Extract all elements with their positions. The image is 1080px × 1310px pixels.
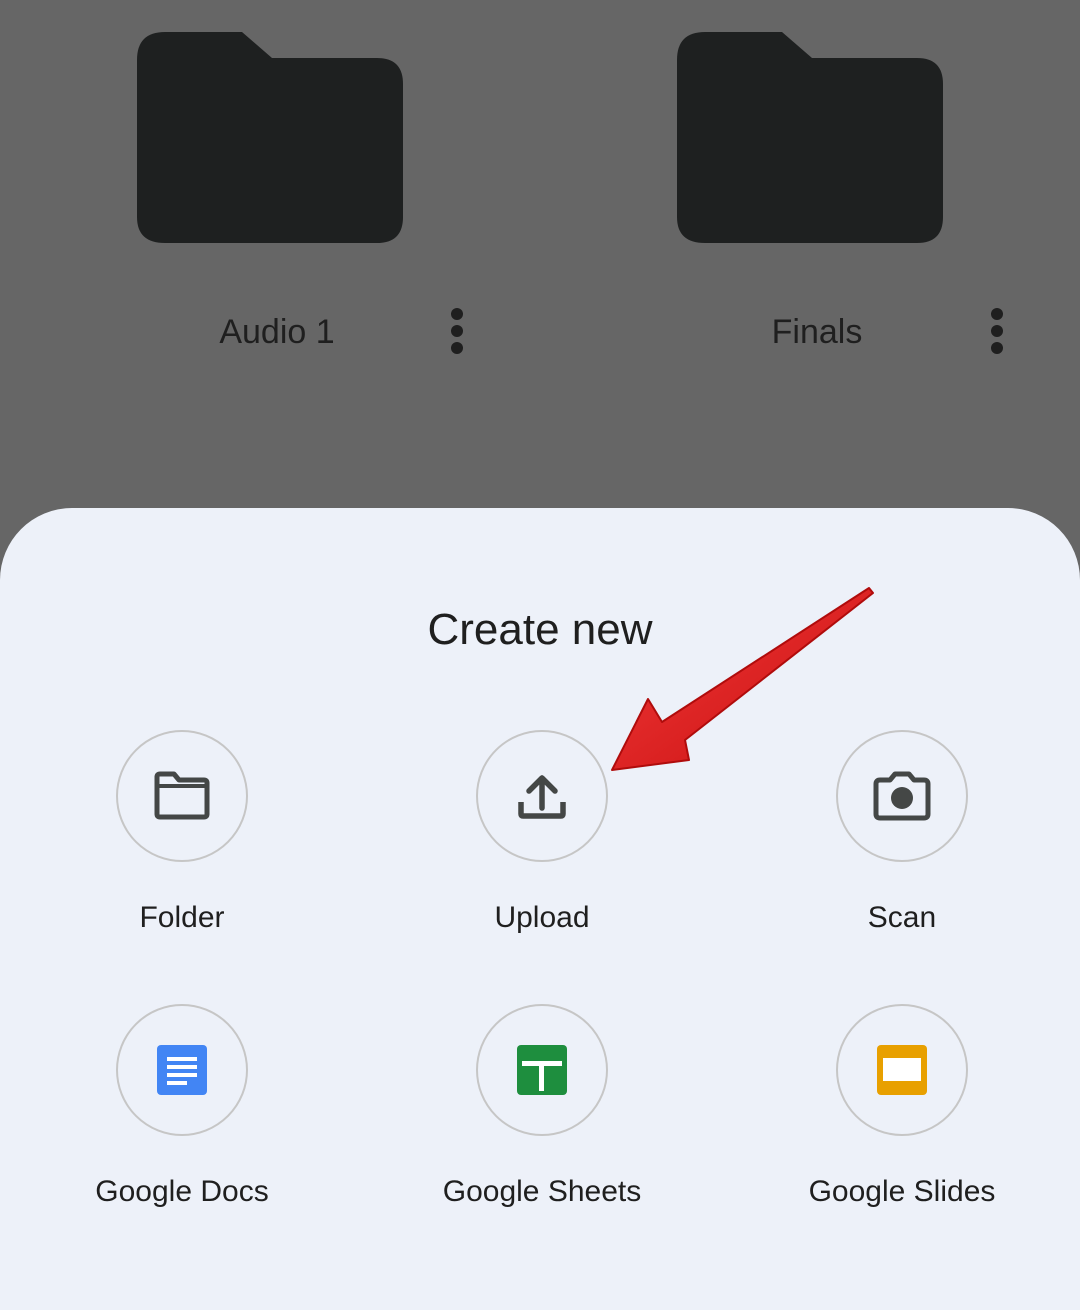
option-label: Folder — [139, 901, 225, 934]
option-circle[interactable] — [116, 1004, 248, 1136]
option-circle[interactable] — [476, 730, 608, 862]
more-vert-icon[interactable] — [972, 302, 1022, 358]
create-new-bottom-sheet: Create new Folder Upload Scan Google Doc… — [0, 508, 1080, 1310]
option-circle[interactable] — [116, 730, 248, 862]
camera-icon — [873, 771, 931, 821]
folder-tile-finals[interactable]: Finals — [540, 0, 1080, 400]
option-label: Google Sheets — [442, 1175, 642, 1208]
folder-icon — [137, 32, 403, 243]
option-circle[interactable] — [836, 730, 968, 862]
folder-name: Finals — [771, 313, 863, 351]
option-circle[interactable] — [476, 1004, 608, 1136]
option-circle[interactable] — [836, 1004, 968, 1136]
upload-icon — [518, 775, 566, 819]
folder-name: Audio 1 — [219, 313, 335, 351]
option-label: Google Slides — [808, 1175, 996, 1208]
google-docs-icon — [157, 1045, 207, 1095]
folder-tile-audio-1[interactable]: Audio 1 — [0, 0, 540, 400]
option-label: Scan — [867, 901, 937, 934]
folder-outline-icon — [154, 771, 210, 820]
sheet-title: Create new — [427, 605, 653, 654]
google-sheets-option[interactable]: Google Sheets — [412, 1004, 672, 1234]
create-folder-option[interactable]: Folder — [52, 730, 312, 960]
google-slides-option[interactable]: Google Slides — [772, 1004, 1032, 1234]
google-docs-option[interactable]: Google Docs — [52, 1004, 312, 1234]
scan-option[interactable]: Scan — [772, 730, 1032, 960]
more-vert-icon[interactable] — [432, 302, 482, 358]
option-label: Upload — [494, 901, 590, 934]
upload-option[interactable]: Upload — [412, 730, 672, 960]
option-label: Google Docs — [95, 1175, 269, 1208]
google-slides-icon — [877, 1045, 927, 1095]
folder-icon — [677, 32, 943, 243]
google-sheets-icon — [517, 1045, 567, 1095]
